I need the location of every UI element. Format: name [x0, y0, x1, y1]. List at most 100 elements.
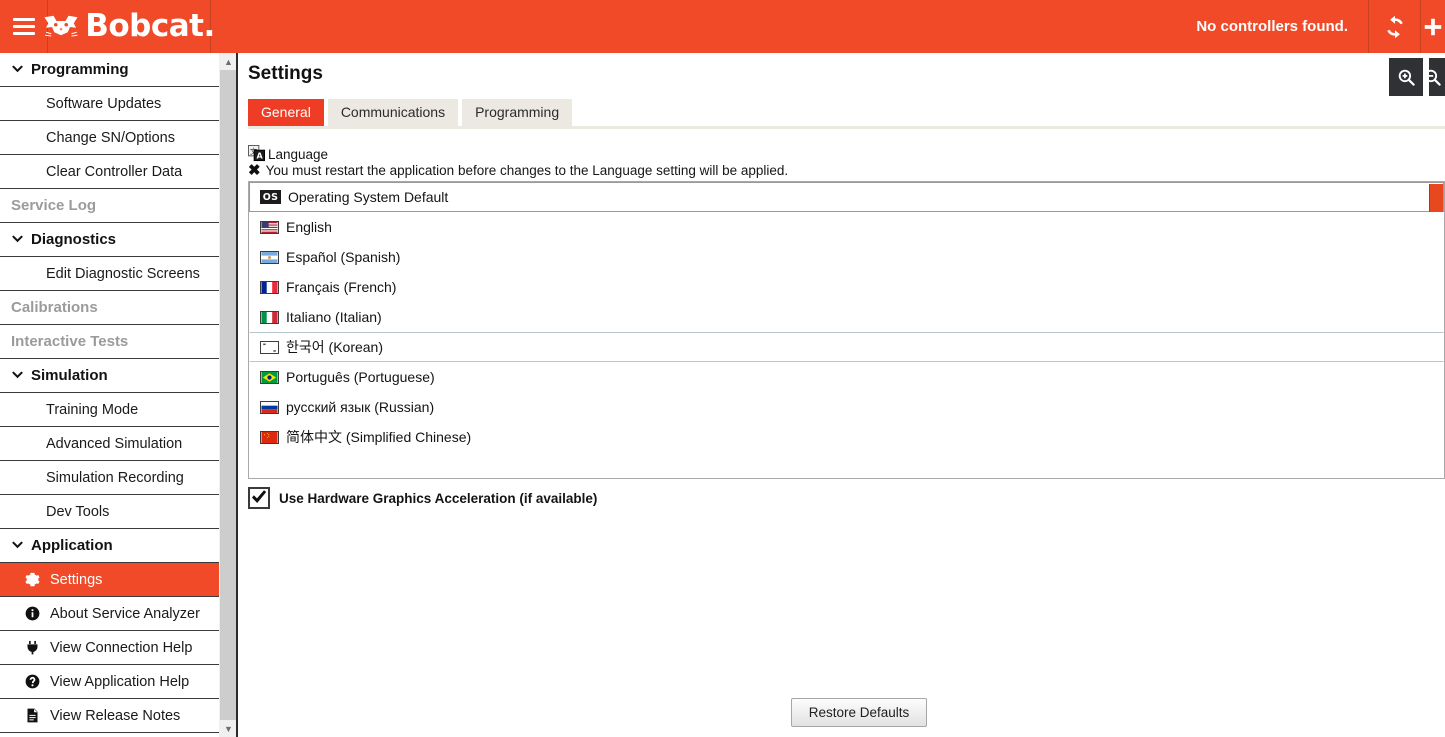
sidebar-item-label: Simulation Recording [46, 469, 184, 486]
sidebar-item-label: Software Updates [46, 95, 162, 112]
flag-it-icon [260, 310, 279, 324]
settings-tabs: General Communications Programming [248, 99, 1445, 129]
sidebar-group-simulation[interactable]: Simulation [0, 359, 219, 393]
sidebar-item-view-connection-help[interactable]: View Connection Help [0, 631, 219, 665]
list-item[interactable]: русский язык (Russian) [249, 392, 1444, 422]
list-item[interactable]: 简体中文 (Simplified Chinese) [249, 422, 1444, 452]
flag-us-icon [260, 220, 279, 234]
question-icon [25, 674, 40, 689]
list-item-label: English [286, 219, 332, 235]
sidebar-group-diagnostics[interactable]: Diagnostics [0, 223, 219, 257]
list-item[interactable]: OS Operating System Default [249, 182, 1444, 212]
sidebar-item-view-application-help[interactable]: View Application Help [0, 665, 219, 699]
hamburger-icon-line [12, 25, 35, 28]
sidebar-item-label: View Connection Help [50, 639, 193, 656]
sidebar-item-label: About Service Analyzer [50, 605, 200, 622]
sidebar-item-label: Advanced Simulation [46, 435, 183, 452]
sidebar-group-label: Simulation [31, 367, 108, 384]
language-list[interactable]: OS Operating System Default English Espa… [248, 181, 1445, 479]
scroll-up-arrow-icon[interactable]: ▲ [220, 53, 237, 70]
tab-programming[interactable]: Programming [462, 99, 573, 126]
list-item-label: Italiano (Italian) [286, 309, 382, 325]
tab-general[interactable]: General [248, 99, 324, 126]
hamburger-menu-button[interactable] [0, 0, 48, 53]
list-item[interactable]: Português (Portuguese) [249, 362, 1444, 392]
hardware-acceleration-row[interactable]: Use Hardware Graphics Acceleration (if a… [248, 487, 597, 509]
hardware-acceleration-label: Use Hardware Graphics Acceleration (if a… [279, 490, 598, 506]
sidebar-group-label: Application [31, 537, 113, 554]
top-bar-spacer [211, 0, 1176, 53]
sidebar-item-label: Clear Controller Data [46, 163, 183, 180]
sidebar-item-label: Service Log [11, 197, 97, 214]
brand-logo[interactable]: Bobcat. [44, 0, 215, 53]
zoom-in-icon [1398, 69, 1415, 86]
zoom-out-icon [1424, 69, 1441, 86]
list-item-label: 한국어 (Korean) [286, 339, 383, 355]
x-mark-icon: ✖ [248, 162, 261, 179]
selected-indicator [1429, 184, 1443, 212]
sidebar-item-advanced-simulation[interactable]: Advanced Simulation [0, 427, 219, 461]
sidebar-item-change-sn-options[interactable]: Change SN/Options [0, 121, 219, 155]
sidebar-item-service-log: Service Log [0, 189, 219, 223]
zoom-out-button[interactable] [1424, 58, 1445, 96]
hardware-acceleration-checkbox[interactable] [248, 487, 270, 509]
sidebar-item-label: Training Mode [46, 401, 139, 418]
list-item[interactable]: Italiano (Italian) [249, 302, 1444, 332]
sidebar-item-simulation-recording[interactable]: Simulation Recording [0, 461, 219, 495]
list-item[interactable]: Français (French) [249, 272, 1444, 302]
refresh-controllers-button[interactable] [1369, 0, 1421, 53]
settings-panel: Settings General Communications Programm… [238, 53, 1445, 737]
chevron-down-icon [12, 235, 23, 243]
sidebar-item-label: Dev Tools [46, 503, 110, 520]
sidebar-scrollbar[interactable]: ▲ ▼ [219, 53, 237, 737]
sidebar-item-settings[interactable]: Settings [0, 563, 219, 597]
sidebar-item-label: Edit Diagnostic Screens [46, 265, 200, 282]
top-bar: Bobcat. No controllers found. [0, 0, 1445, 53]
controller-status-text: No controllers found. [1176, 0, 1369, 53]
refresh-icon [1386, 15, 1403, 38]
sidebar-item-calibrations: Calibrations [0, 291, 219, 325]
sidebar-item-training-mode[interactable]: Training Mode [0, 393, 219, 427]
scrollbar-thumb[interactable] [220, 70, 237, 716]
sidebar-group-label: Diagnostics [31, 231, 117, 248]
sidebar-group-application[interactable]: Application [0, 529, 219, 563]
sidebar-item-label: View Release Notes [50, 707, 181, 724]
sidebar-item-label: View Application Help [50, 673, 190, 690]
restore-defaults-button[interactable]: Restore Defaults [791, 698, 927, 727]
sidebar-item-label: Change SN/Options [46, 129, 175, 146]
sidebar-item-dev-tools[interactable]: Dev Tools [0, 495, 219, 529]
list-item[interactable]: English [249, 212, 1444, 242]
hamburger-icon-line [12, 18, 35, 21]
chevron-down-icon [12, 65, 23, 73]
list-item-label: Français (French) [286, 279, 397, 295]
sidebar-item-clear-controller-data[interactable]: Clear Controller Data [0, 155, 219, 189]
plus-icon [1424, 18, 1442, 35]
bobcat-animal-icon [44, 15, 78, 36]
os-badge-icon: OS [260, 190, 281, 204]
page-title: Settings [248, 63, 323, 84]
language-section-label: 文 A Language [248, 145, 328, 162]
sidebar-navigation: Programming Software Updates Change SN/O… [0, 53, 219, 737]
sidebar-item-about-service-analyzer[interactable]: About Service Analyzer [0, 597, 219, 631]
svg-text:A: A [257, 152, 264, 161]
sidebar-item-edit-diagnostic-screens[interactable]: Edit Diagnostic Screens [0, 257, 219, 291]
add-controller-button[interactable] [1421, 0, 1445, 53]
list-item[interactable]: Español (Spanish) [249, 242, 1444, 272]
zoom-in-button[interactable] [1389, 58, 1423, 96]
sidebar-item-label: Interactive Tests [11, 333, 129, 350]
brand-name: Bobcat. [85, 8, 215, 44]
chevron-down-icon [12, 541, 23, 549]
sidebar-group-programming[interactable]: Programming [0, 53, 219, 87]
checkmark-icon [252, 490, 267, 503]
tab-communications[interactable]: Communications [327, 99, 459, 126]
scroll-down-arrow-icon[interactable]: ▼ [220, 720, 237, 737]
zoom-controls [1389, 58, 1445, 96]
sidebar-item-view-release-notes[interactable]: View Release Notes [0, 699, 219, 733]
sidebar-item-software-updates[interactable]: Software Updates [0, 87, 219, 121]
sidebar-item-label: Calibrations [11, 299, 98, 316]
list-item-label: Español (Spanish) [286, 249, 401, 265]
flag-cn-icon [260, 430, 279, 444]
sidebar-item-interactive-tests: Interactive Tests [0, 325, 219, 359]
list-item[interactable]: 한국어 (Korean) [249, 332, 1444, 362]
flag-fr-icon [260, 280, 279, 294]
